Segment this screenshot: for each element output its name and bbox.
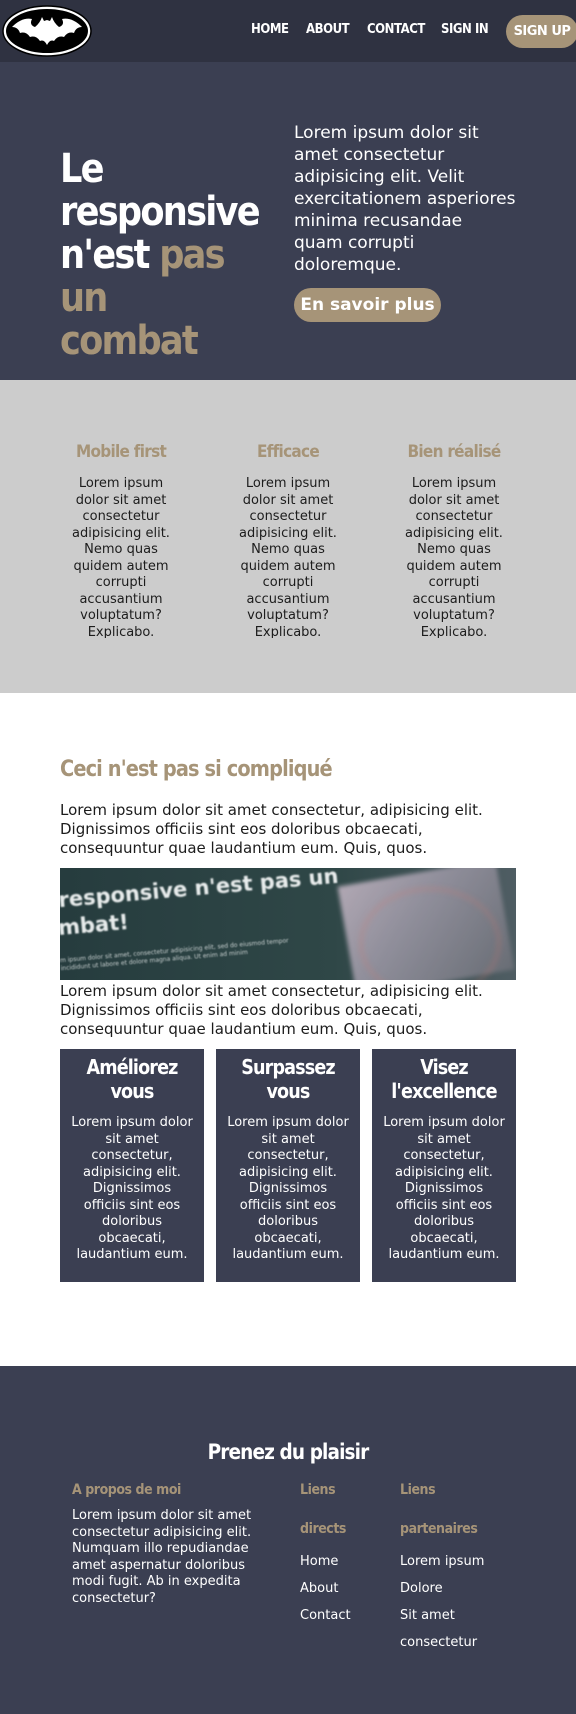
footer-direct-heading-2: directs <box>300 1521 346 1537</box>
hero-text: Lorem ipsum dolor sit amet consectetur a… <box>294 123 516 275</box>
footer-direct-heading-1: Liens <box>300 1482 336 1498</box>
card-title-bottom: vous <box>110 1079 154 1103</box>
footer-link-contact[interactable]: Contact <box>300 1608 351 1623</box>
section-paragraph-1: Lorem ipsum dolor sit amet consectetur, … <box>60 801 483 857</box>
card-title-bottom: vous <box>266 1079 310 1103</box>
card-title-top: Surpassez <box>241 1055 335 1079</box>
features-section: Mobile first Lorem ipsum dolor sit amet … <box>0 380 576 693</box>
nav-link-contact[interactable]: CONTACT <box>367 22 425 37</box>
footer-partner-link-1[interactable]: Lorem ipsum <box>400 1554 484 1569</box>
footer-title: Prenez du plaisir <box>207 1440 370 1464</box>
hero-title-line4-accent: combat <box>60 318 199 364</box>
card-visez: Visez l'excellence Lorem ipsum dolor sit… <box>372 1049 516 1282</box>
feature-title: Efficace <box>256 442 320 462</box>
footer-about-heading: A propos de moi <box>72 1482 181 1498</box>
hero-section: Le responsive n'est pas un combat Lorem … <box>0 62 576 380</box>
footer-link-home[interactable]: Home <box>300 1554 338 1569</box>
hero-title-line2: responsive <box>60 189 261 235</box>
card-title-top: Visez <box>420 1055 468 1079</box>
nav-link-home[interactable]: HOME <box>251 22 289 37</box>
nav-link-sign-in[interactable]: SIGN IN <box>441 22 489 37</box>
feature-title: Bien réalisé <box>407 442 501 462</box>
footer-link-about[interactable]: About <box>300 1581 338 1596</box>
card-ameliorez: Améliorez vous Lorem ipsum dolor sit ame… <box>60 1049 204 1282</box>
footer: Prenez du plaisir A propos de moi Lorem … <box>0 1366 576 1714</box>
footer-partner-link-2[interactable]: Dolore <box>400 1581 443 1596</box>
section-paragraph-2: Lorem ipsum dolor sit amet consectetur, … <box>60 982 483 1038</box>
hero-title: Le responsive n'est pas un combat <box>60 146 261 364</box>
feature-title: Mobile first <box>75 442 167 462</box>
card-text: Lorem ipsum dolor sit amet consectetur, … <box>71 1115 193 1262</box>
card-text: Lorem ipsum dolor sit amet consectetur, … <box>383 1115 505 1262</box>
section-title: Ceci n'est pas si compliqué <box>60 757 333 782</box>
hero-title-line1: Le <box>60 146 105 192</box>
feature-mobile-first: Mobile first Lorem ipsum dolor sit amet … <box>66 442 176 638</box>
sign-up-button[interactable]: SIGN UP <box>506 15 576 48</box>
card-title: Surpassez vous <box>225 1055 352 1103</box>
nav-link-about[interactable]: ABOUT <box>306 22 350 37</box>
learn-more-button[interactable]: En savoir plus <box>294 288 441 322</box>
card-title-bottom: l'excellence <box>391 1079 497 1103</box>
navbar: HOME ABOUT CONTACT SIGN IN SIGN UP <box>0 0 576 62</box>
feature-text: Lorem ipsum dolor sit amet consectetur a… <box>239 476 337 638</box>
banner-small-text: m ipsum dolor sit amet, consectetur adip… <box>60 937 289 973</box>
banner-image: responsive n'est pas un mbat! m ipsum do… <box>60 868 516 980</box>
feature-efficace: Efficace Lorem ipsum dolor sit amet cons… <box>233 442 343 638</box>
footer-partner-link-3[interactable]: Sit amet <box>400 1608 455 1623</box>
banner-text-line2: mbat! <box>60 909 130 941</box>
footer-about-text: Lorem ipsum dolor sit amet consectetur a… <box>72 1508 252 1606</box>
card-title-top: Améliorez <box>86 1055 179 1079</box>
card-surpassez: Surpassez vous Lorem ipsum dolor sit ame… <box>216 1049 360 1282</box>
feature-bien-realise: Bien réalisé Lorem ipsum dolor sit amet … <box>399 442 509 638</box>
banner-text-line1: responsive n'est pas un <box>60 868 340 913</box>
feature-text: Lorem ipsum dolor sit amet consectetur a… <box>72 476 170 638</box>
batman-logo-icon[interactable] <box>2 5 92 57</box>
card-title: Améliorez vous <box>69 1055 196 1103</box>
hero-title-line3-white: n'est <box>60 232 150 278</box>
footer-partner-link-4[interactable]: consectetur <box>400 1635 477 1650</box>
card-title: Visez l'excellence <box>381 1055 508 1103</box>
card-text: Lorem ipsum dolor sit amet consectetur, … <box>227 1115 349 1262</box>
footer-partner-heading-2: partenaires <box>400 1521 478 1537</box>
feature-text: Lorem ipsum dolor sit amet consectetur a… <box>405 476 503 638</box>
footer-partner-heading-1: Liens <box>400 1482 436 1498</box>
